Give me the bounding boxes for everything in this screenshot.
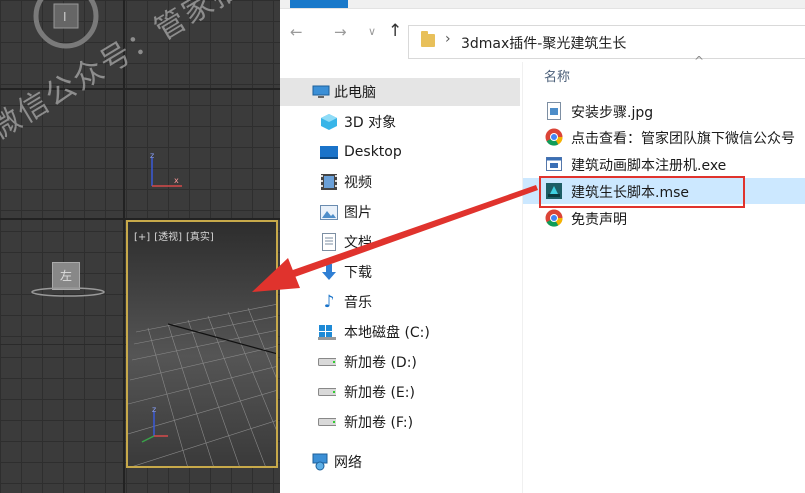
- chevron-down-icon[interactable]: ∨: [368, 25, 376, 38]
- file-explorer-window: ← → ∨ ↑ › 3dmax插件-聚光建筑生长 此电脑 3D 对象 Deskt…: [280, 0, 805, 493]
- navigation-pane: 此电脑 3D 对象 Desktop 视频 图片 文档 下载 ♪ 音乐 本地磁盘 …: [280, 62, 523, 493]
- file-name: 安装步骤.jpg: [571, 105, 654, 121]
- nav-item-drive-e[interactable]: 新加卷 (E:): [280, 378, 520, 406]
- documents-icon: [320, 233, 338, 251]
- chrome-icon: [545, 209, 563, 227]
- column-header-name[interactable]: 名称: [544, 66, 570, 85]
- viewcube-top[interactable]: I: [30, 0, 102, 56]
- file-item-install-steps[interactable]: 安装步骤.jpg: [523, 98, 805, 124]
- svg-text:x: x: [174, 176, 179, 185]
- nav-item-label: 音乐: [344, 295, 372, 311]
- desktop-icon: [320, 144, 338, 160]
- svg-text:I: I: [63, 10, 67, 24]
- nav-item-label: 新加卷 (D:): [344, 355, 417, 371]
- nav-item-label: 此电脑: [334, 85, 376, 101]
- computer-icon: [312, 84, 330, 100]
- nav-item-label: 图片: [344, 205, 372, 221]
- folder-icon: [421, 31, 435, 47]
- ribbon-tabs: [280, 0, 805, 9]
- nav-item-music[interactable]: ♪ 音乐: [280, 288, 520, 316]
- nav-item-label: 下载: [344, 265, 372, 281]
- address-box[interactable]: › 3dmax插件-聚光建筑生长: [408, 25, 805, 59]
- nav-item-drive-c[interactable]: 本地磁盘 (C:): [280, 318, 520, 346]
- file-item-wechat-link[interactable]: 点击查看：管家团队旗下微信公众号: [523, 124, 805, 150]
- forward-arrow-icon[interactable]: →: [334, 23, 347, 41]
- svg-text:z: z: [152, 406, 156, 414]
- image-file-icon: [545, 102, 563, 120]
- file-name: 建筑动画脚本注册机.exe: [571, 158, 727, 174]
- 3d-objects-icon: [320, 114, 338, 130]
- nav-item-label: 文档: [344, 235, 372, 251]
- file-item-keygen-exe[interactable]: 建筑动画脚本注册机.exe: [523, 151, 805, 177]
- file-name: 点击查看：管家团队旗下微信公众号: [571, 131, 795, 147]
- nav-item-drive-f[interactable]: 新加卷 (F:): [280, 408, 520, 436]
- windows-drive-icon: [318, 324, 336, 340]
- file-name: 免责声明: [571, 212, 627, 228]
- nav-item-pictures[interactable]: 图片: [280, 198, 520, 226]
- breadcrumb-separator[interactable]: ›: [445, 31, 451, 47]
- nav-item-label: Desktop: [344, 144, 402, 160]
- axis-gizmo: z: [141, 406, 168, 443]
- back-arrow-icon[interactable]: ←: [290, 23, 303, 41]
- nav-item-label: 新加卷 (E:): [344, 385, 415, 401]
- exe-file-icon: [545, 155, 563, 173]
- viewport-divider: [123, 0, 125, 493]
- nav-item-label: 新加卷 (F:): [344, 415, 414, 431]
- video-icon: [320, 174, 338, 190]
- nav-item-label: 网络: [334, 455, 362, 471]
- file-tab[interactable]: [290, 0, 348, 8]
- nav-item-documents[interactable]: 文档: [280, 228, 520, 256]
- address-bar-row: ← → ∨ ↑ › 3dmax插件-聚光建筑生长: [280, 9, 805, 59]
- up-arrow-icon[interactable]: ↑: [388, 21, 402, 41]
- nav-item-drive-d[interactable]: 新加卷 (D:): [280, 348, 520, 376]
- viewcube-ring: [31, 287, 105, 297]
- axis-gizmo: z x: [150, 151, 182, 187]
- music-icon: ♪: [323, 292, 335, 312]
- download-icon: [320, 264, 338, 280]
- nav-item-3d-objects[interactable]: 3D 对象: [280, 108, 520, 136]
- breadcrumb-current-folder[interactable]: 3dmax插件-聚光建筑生长: [461, 33, 626, 53]
- file-list-pane: ^ 名称 安装步骤.jpg 点击查看：管家团队旗下微信公众号 建筑动画脚本注册机…: [523, 54, 805, 493]
- network-icon: [310, 453, 328, 471]
- 3dsmax-viewports: I z x 左 [+] [透视] [真实] z: [0, 0, 280, 493]
- pictures-icon: [320, 204, 338, 220]
- drive-icon: [318, 384, 336, 400]
- drive-icon: [318, 414, 336, 430]
- drive-icon: [318, 354, 336, 370]
- nav-item-label: 视频: [344, 175, 372, 191]
- viewport-divider: [0, 88, 280, 90]
- nav-item-videos[interactable]: 视频: [280, 168, 520, 196]
- svg-text:z: z: [150, 151, 154, 160]
- nav-item-network[interactable]: 网络: [280, 448, 520, 476]
- nav-item-label: 3D 对象: [344, 115, 397, 131]
- perspective-viewport[interactable]: [+] [透视] [真实] z: [126, 220, 278, 468]
- nav-item-label: 本地磁盘 (C:): [344, 325, 430, 341]
- highlight-box: [539, 176, 745, 208]
- file-item-disclaimer[interactable]: 免责声明: [523, 205, 805, 231]
- sort-ascending-icon: ^: [694, 54, 705, 68]
- chrome-icon: [545, 128, 563, 146]
- nav-item-downloads[interactable]: 下载: [280, 258, 520, 286]
- nav-item-desktop[interactable]: Desktop: [280, 138, 520, 166]
- nav-item-this-pc[interactable]: 此电脑: [280, 78, 520, 106]
